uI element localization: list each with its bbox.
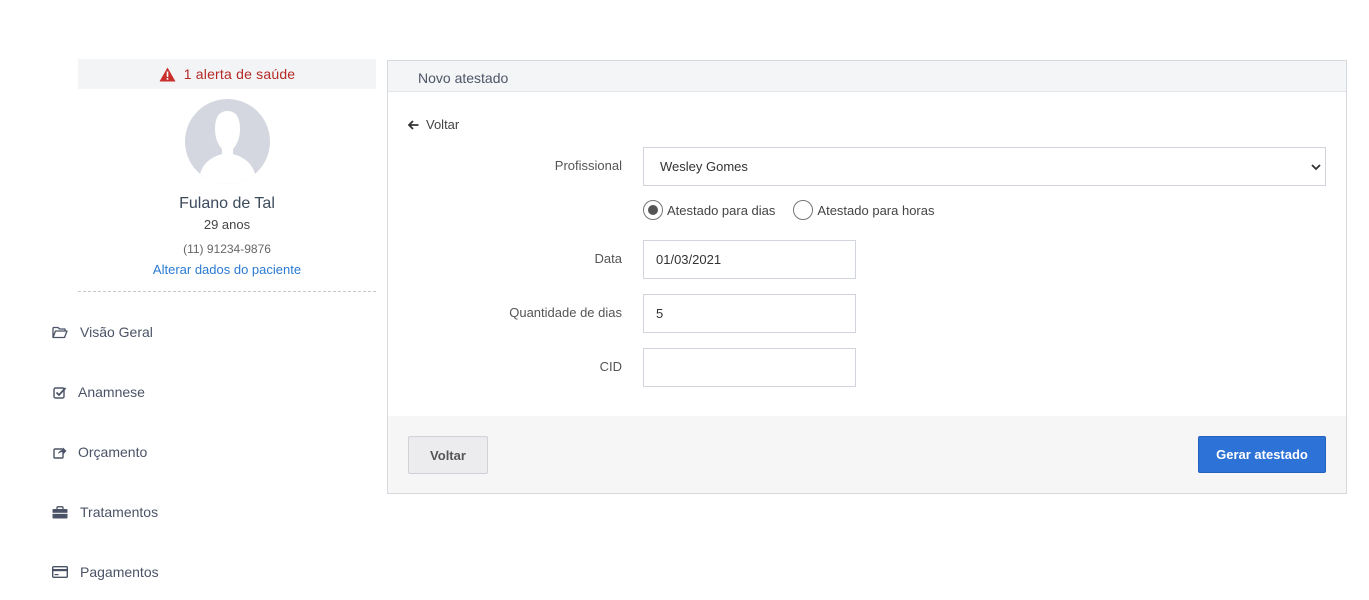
patient-sidebar: 1 alerta de saúde Fulano de Tal 29 anos … — [0, 0, 380, 600]
nav-label: Anamnese — [78, 384, 145, 400]
checkbox-icon — [52, 384, 68, 400]
nav-item-anamnese[interactable]: Anamnese — [52, 380, 145, 404]
nav-label: Pagamentos — [80, 564, 159, 580]
profissional-value: Wesley Gomes — [660, 159, 748, 174]
patient-name: Fulano de Tal — [179, 195, 275, 212]
data-label: Data — [594, 251, 622, 266]
new-certificate-panel: Novo atestado Voltar Profissional Wesley… — [387, 60, 1347, 494]
sidebar-divider — [78, 291, 376, 292]
radio-label-dias: Atestado para dias — [667, 202, 776, 218]
radio-atestado-dias[interactable]: Atestado para dias — [643, 200, 775, 220]
nav-item-orcamento[interactable]: Orçamento — [52, 440, 147, 464]
profissional-label: Profissional — [554, 158, 622, 173]
nav-item-pagamentos[interactable]: Pagamentos — [52, 560, 159, 584]
nav-label: Orçamento — [78, 444, 148, 460]
back-link-label: Voltar — [426, 117, 460, 132]
edit-patient-link[interactable]: Alterar dados do paciente — [78, 262, 376, 277]
radio-button-checked[interactable] — [643, 200, 663, 220]
panel-title: Novo atestado — [418, 70, 509, 86]
share-icon — [52, 444, 68, 460]
folder-open-icon — [52, 324, 68, 340]
briefcase-icon — [52, 504, 68, 520]
radio-atestado-horas[interactable]: Atestado para horas — [793, 200, 934, 220]
profissional-select[interactable]: Wesley Gomes — [643, 147, 1326, 186]
generate-certificate-button[interactable]: Gerar atestado — [1198, 436, 1326, 473]
patient-phone: (11) 91234-9876 — [183, 242, 271, 256]
avatar — [185, 99, 270, 184]
cid-label: CID — [599, 359, 622, 374]
back-button[interactable]: Voltar — [408, 436, 488, 474]
nav-label: Visão Geral — [80, 324, 153, 340]
nav-label: Tratamentos — [80, 504, 159, 520]
cid-input[interactable] — [643, 348, 856, 387]
user-silhouette-icon — [200, 111, 255, 184]
panel-header: Novo atestado — [388, 61, 1346, 92]
radio-label-horas: Atestado para horas — [817, 202, 935, 218]
warning-icon — [159, 67, 176, 81]
health-alert-banner[interactable]: 1 alerta de saúde — [78, 59, 376, 89]
chevron-down-icon — [1311, 164, 1321, 171]
panel-footer: Voltar Gerar atestado — [388, 416, 1346, 493]
back-link[interactable]: Voltar — [408, 117, 459, 132]
arrow-left-icon — [408, 119, 419, 130]
quantidade-dias-input[interactable] — [643, 294, 856, 333]
nav-item-visao-geral[interactable]: Visão Geral — [52, 320, 153, 344]
radio-button-unchecked[interactable] — [793, 200, 814, 220]
date-input[interactable] — [643, 240, 856, 279]
credit-card-icon — [52, 564, 68, 580]
nav-item-tratamentos[interactable]: Tratamentos — [52, 500, 158, 524]
certificate-type-radio-group: Atestado para dias Atestado para horas — [643, 200, 952, 220]
health-alert-text: 1 alerta de saúde — [183, 66, 296, 82]
quantidade-dias-label: Quantidade de dias — [509, 305, 622, 320]
patient-age: 29 anos — [203, 217, 251, 232]
